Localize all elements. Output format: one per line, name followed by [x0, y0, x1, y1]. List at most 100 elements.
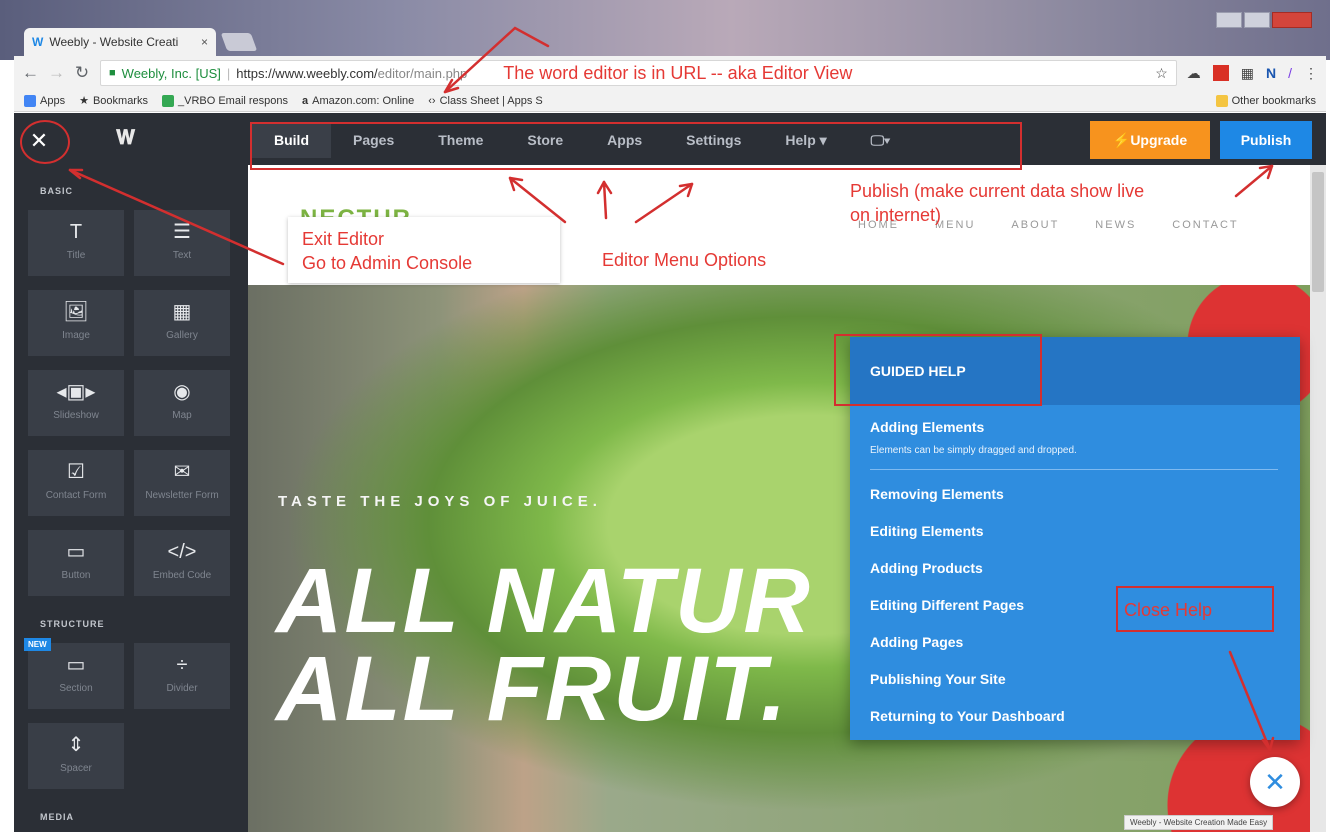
toolbar-extensions: ☁ ▦ N / ⋮ — [1187, 65, 1318, 82]
publish-button[interactable]: Publish — [1220, 121, 1312, 159]
newsletter-icon: ✉ — [173, 461, 191, 483]
hero-headline[interactable]: ALL NATUR ALL FRUIT. — [276, 550, 812, 740]
window-controls — [1216, 12, 1312, 28]
bookmark-item[interactable]: _VRBO Email respons — [161, 94, 288, 107]
hero-headline-line1: ALL NATUR — [276, 550, 812, 652]
url-text: https://www.weebly.com/editor/main.php — [236, 66, 467, 81]
element-tile-label: Image — [62, 330, 90, 341]
amazon-icon: a — [302, 94, 309, 107]
bookmark-label: Amazon.com: Online — [312, 94, 415, 107]
url-path: editor/main.php — [377, 65, 468, 81]
bookmark-label: Class Sheet | Apps S — [439, 94, 543, 107]
element-tile[interactable]: </> Embed Code — [134, 530, 230, 596]
site-nav-about[interactable]: ABOUT — [1011, 219, 1059, 231]
hero-headline-line2: ALL FRUIT. — [276, 638, 789, 740]
new-tab-button[interactable] — [220, 33, 258, 51]
annotation-url-note: The word editor is in URL -- aka Editor … — [503, 62, 853, 83]
image-icon: 🖼 — [63, 301, 89, 323]
element-tile[interactable]: T Title — [28, 210, 124, 276]
bookmark-item[interactable]: Apps — [24, 94, 66, 107]
address-bar[interactable]: ■ Weebly, Inc. [US] | https://www.weebly… — [100, 60, 1177, 86]
element-tile-label: Map — [172, 410, 192, 421]
reload-icon[interactable]: ↻ — [74, 63, 90, 83]
help-link[interactable]: Returning to Your Dashboard — [870, 708, 1065, 724]
element-tile[interactable]: ◂▣▸ Slideshow — [28, 370, 124, 436]
help-link[interactable]: Editing Different Pages — [870, 597, 1024, 613]
element-tile[interactable]: ▭ Button — [28, 530, 124, 596]
upgrade-button[interactable]: ⚡Upgrade — [1090, 121, 1210, 159]
bookmark-label: Apps — [40, 94, 66, 107]
weebly-favicon-icon: W — [32, 35, 44, 49]
hero-tagline[interactable]: TASTE THE JOYS OF JUICE. — [278, 493, 602, 510]
url-host: https://www.weebly.com/ — [236, 65, 378, 81]
star-icon[interactable]: ☆ — [1155, 65, 1168, 82]
help-link[interactable]: Adding Products — [870, 560, 983, 576]
scrollbar-thumb[interactable] — [1312, 172, 1324, 292]
help-link-adding-elements[interactable]: Adding Elements — [870, 419, 984, 435]
bookmark-item[interactable]: ‹› Class Sheet | Apps S — [428, 95, 542, 107]
help-link[interactable]: Removing Elements — [870, 486, 1004, 502]
bookmark-item[interactable]: ★ Bookmarks — [79, 94, 148, 108]
lock-icon: ■ — [109, 67, 116, 79]
button-icon: ▭ — [66, 541, 86, 563]
bookmark-item[interactable]: a Amazon.com: Online — [302, 95, 414, 107]
other-bookmarks[interactable]: Other bookmarks — [1215, 94, 1316, 107]
element-tile[interactable]: ✉ Newsletter Form — [134, 450, 230, 516]
cloud-icon[interactable]: ☁ — [1187, 65, 1201, 82]
title-icon: T — [69, 221, 83, 243]
footer-tag: Weebly - Website Creation Made Easy — [1124, 815, 1274, 830]
element-tile-label: Gallery — [166, 330, 198, 341]
annotation-close-help-box — [1116, 586, 1274, 632]
address-toolbar: ← → ↻ ■ Weebly, Inc. [US] | https://www.… — [14, 56, 1326, 90]
window-close-button[interactable] — [1272, 12, 1312, 28]
site-nav-news[interactable]: NEWS — [1095, 219, 1136, 231]
extension-red-icon[interactable] — [1212, 65, 1229, 81]
element-tile-label: Newsletter Form — [145, 490, 219, 501]
help-description: Elements can be simply dragged and dropp… — [870, 445, 1077, 456]
element-tile[interactable]: ☰ Text — [134, 210, 230, 276]
apps-icon — [24, 94, 36, 107]
sheet-icon — [161, 94, 174, 107]
minimize-button[interactable] — [1216, 12, 1242, 28]
element-tile[interactable]: ◉ Map — [134, 370, 230, 436]
help-link[interactable]: Publishing Your Site — [870, 671, 1006, 687]
element-tile-label: Embed Code — [152, 570, 212, 581]
sidebar-heading-basic: BASIC — [40, 186, 74, 196]
maximize-button[interactable] — [1244, 12, 1270, 28]
forward-icon[interactable]: → — [48, 63, 65, 83]
element-tile-label: Slideshow — [53, 410, 99, 421]
annotation-publish-line1: Publish (make current data show live — [850, 181, 1145, 201]
menu-kebab-icon[interactable]: ⋮ — [1304, 65, 1318, 82]
back-icon[interactable]: ← — [22, 63, 39, 83]
element-tile[interactable]: 🖼 Image — [28, 290, 124, 356]
close-help-button[interactable]: ✕ — [1250, 757, 1300, 807]
annotation-menu-box — [250, 122, 1022, 170]
element-tile[interactable]: ☑ Contact Form — [28, 450, 124, 516]
code-icon: ‹› — [428, 94, 436, 107]
tab-close-icon[interactable]: × — [201, 35, 208, 49]
element-tile[interactable]: ▦ Gallery — [134, 290, 230, 356]
annotation-exit-editor: Exit Editor — [302, 229, 385, 249]
screenshot-root: { "browser": { "tab_title": "Weebly - We… — [0, 0, 1330, 833]
element-tile[interactable]: ▭ Section — [28, 643, 124, 709]
help-divider — [870, 469, 1278, 470]
annotation-menu-options: Editor Menu Options — [602, 250, 767, 270]
n-extension-icon[interactable]: N — [1266, 65, 1276, 81]
element-tile-label: Section — [59, 683, 93, 694]
pen-extension-icon[interactable]: / — [1288, 65, 1292, 81]
element-tile-label: Title — [66, 250, 86, 261]
star-bookmark-icon: ★ — [79, 95, 89, 107]
element-tile[interactable]: ÷ Divider — [134, 643, 230, 709]
annotation-exit-circle — [20, 120, 70, 164]
site-nav-contact[interactable]: CONTACT — [1172, 219, 1238, 231]
help-link[interactable]: Editing Elements — [870, 523, 984, 539]
browser-tab[interactable]: W Weebly - Website Creati × — [24, 28, 216, 56]
help-link[interactable]: Adding Pages — [870, 634, 963, 650]
element-tile-label: Button — [61, 570, 91, 581]
contact-form-icon: ☑ — [67, 461, 85, 483]
section-icon: ▭ — [66, 654, 86, 676]
annotation-publish-line2: on internet) — [850, 205, 942, 225]
element-tile[interactable]: ⇕ Spacer — [28, 723, 124, 789]
element-tile-label: Contact Form — [45, 490, 107, 501]
grid-extension-icon[interactable]: ▦ — [1241, 65, 1254, 82]
